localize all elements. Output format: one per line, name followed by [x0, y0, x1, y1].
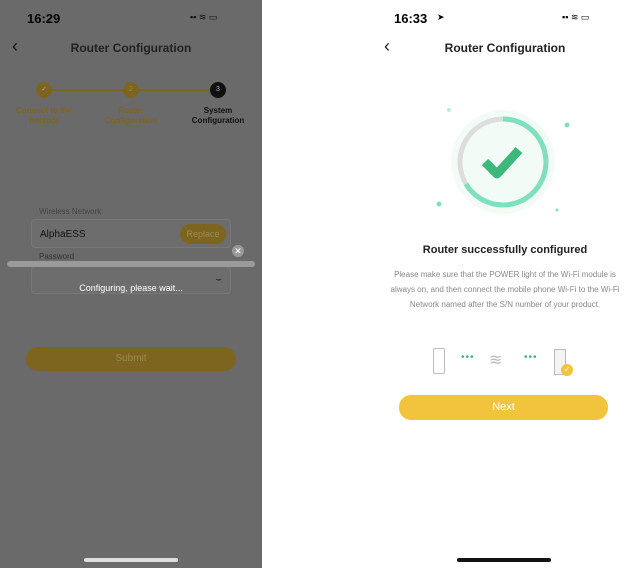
toast-message: Configuring, please wait... [79, 283, 183, 293]
success-description: Please make sure that the POWER light of… [390, 270, 620, 309]
device-check-icon: ✓ [561, 364, 573, 376]
home-indicator [84, 558, 178, 562]
location-icon: ➤ [437, 12, 445, 22]
step-2-label: Router Configuration [104, 106, 158, 125]
network-value: AlphaESS [40, 229, 86, 240]
status-icons: ▪▪ ≋ ▭ [562, 12, 590, 22]
next-button[interactable]: Next [399, 395, 608, 420]
status-time: 16:33 [394, 11, 428, 26]
home-indicator [457, 558, 551, 562]
status-icons: ▪▪ ≋ ▭ [190, 12, 218, 22]
step-1-label: Connect to the hotspot [16, 106, 72, 125]
step-1-check-icon: ✓ [36, 82, 52, 98]
status-time: 16:29 [27, 11, 61, 26]
page-title: Router Configuration [444, 41, 566, 55]
phone-icon [433, 348, 445, 374]
close-icon[interactable]: ✕ [232, 245, 244, 257]
network-field[interactable]: AlphaESS Replace [31, 219, 231, 248]
page-title: Router Configuration [70, 41, 192, 55]
right-screen: 16:33 ➤ ▪▪ ≋ ▭ ‹ Router Configuration Ro… [375, 0, 635, 568]
success-check-icon [436, 108, 570, 214]
left-screen: 16:29 ▪▪ ≋ ▭ ‹ Router Configuration ✓ 2 … [0, 0, 262, 568]
replace-button[interactable]: Replace [180, 224, 226, 244]
progress-bar [7, 261, 255, 267]
network-label: Wireless Network [39, 207, 102, 216]
step-3-label: System Configuration [191, 106, 245, 125]
step-2: 2 [123, 82, 139, 98]
wifi-icon: ≋ [489, 352, 503, 369]
submit-button[interactable]: Submit [26, 347, 236, 371]
password-label: Password [39, 252, 75, 261]
success-heading: Router successfully configured [422, 244, 588, 256]
step-3: 3 [210, 82, 226, 98]
dots-icon: ••• [524, 352, 538, 363]
dots-icon: ••• [461, 352, 475, 363]
